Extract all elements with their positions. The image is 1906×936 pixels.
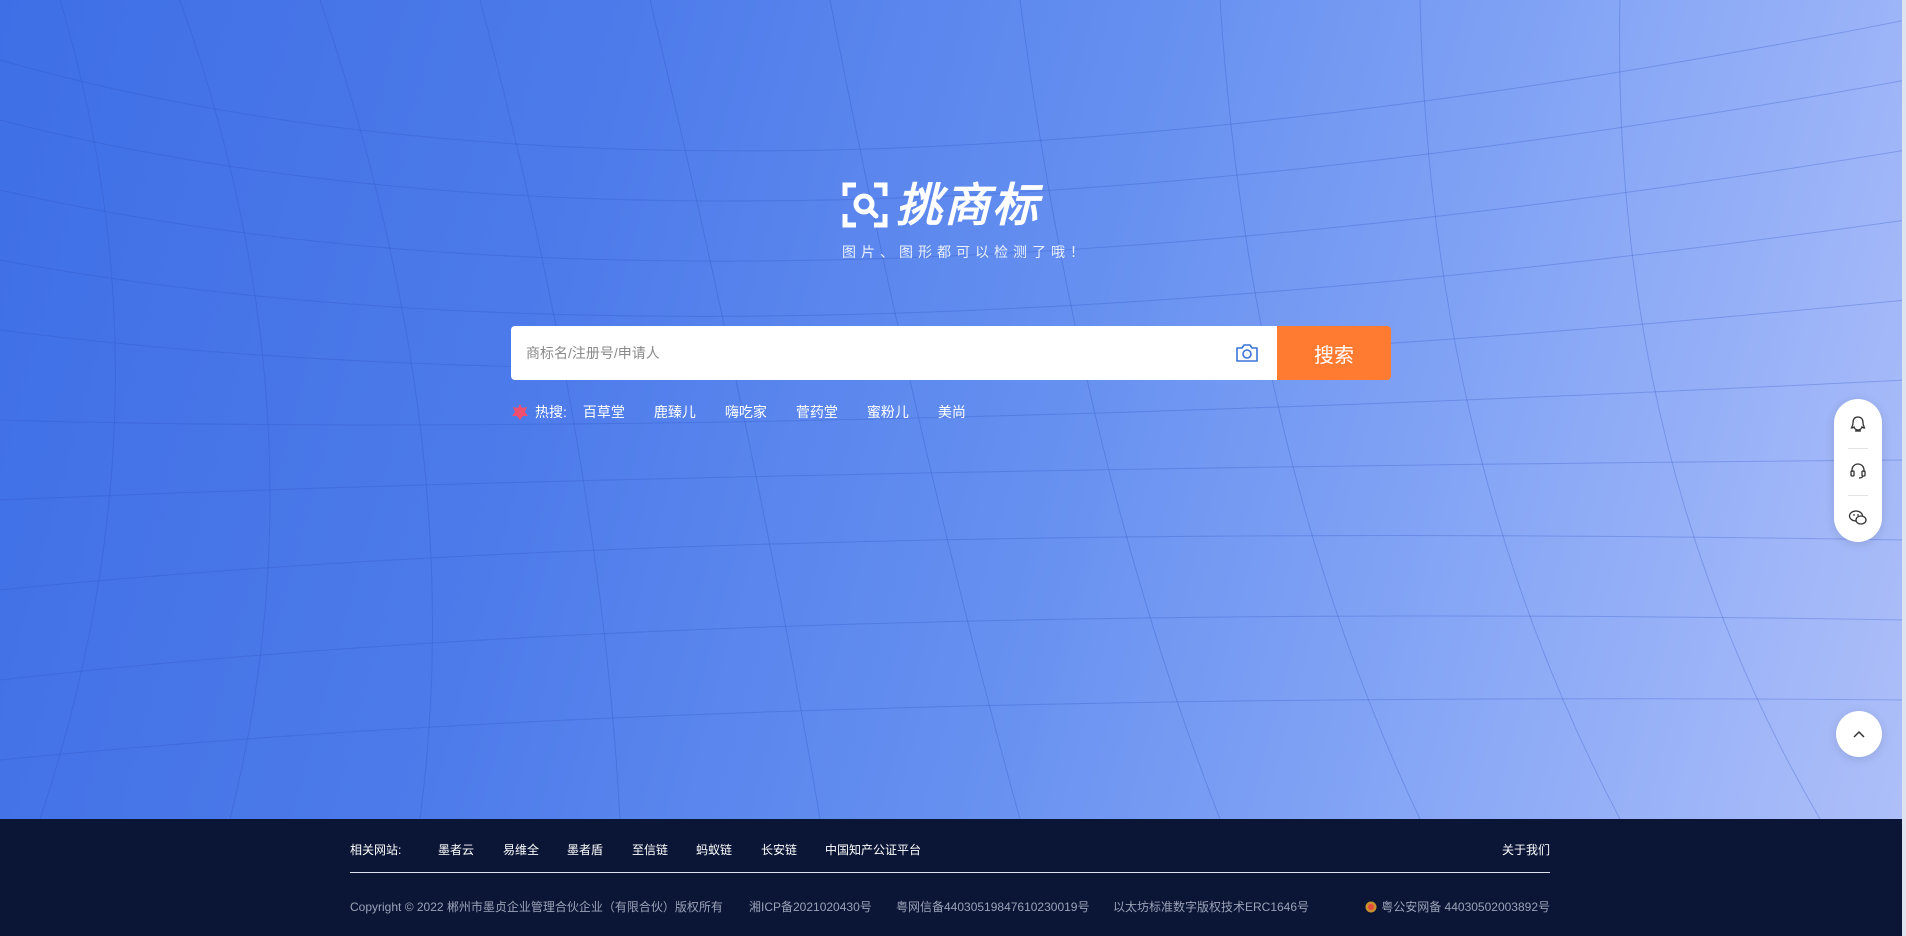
customer-service-icon [1850, 463, 1866, 479]
search-input[interactable] [511, 326, 1277, 380]
blockchain-record[interactable]: 以太坊标准数字版权技术ERC1646号 [1113, 898, 1309, 915]
icp-record[interactable]: 湘ICP备2021020430号 [749, 898, 872, 915]
flame-icon [512, 404, 528, 420]
hot-search-item[interactable]: 嗨吃家 [725, 402, 767, 422]
hot-search-item[interactable]: 蜜粉儿 [867, 402, 909, 422]
chevron-up-icon [1853, 730, 1865, 738]
qq-icon [1850, 416, 1866, 432]
hot-search-item[interactable]: 美尚 [938, 402, 966, 422]
about-us-link[interactable]: 关于我们 [1502, 841, 1550, 858]
footer-link[interactable]: 蚂蚁链 [696, 841, 732, 858]
customer-service-button[interactable] [1834, 449, 1882, 493]
copyright-text: Copyright © 2022 郴州市墨贞企业管理合伙企业（有限合伙）版权所有 [350, 900, 723, 914]
related-sites-row: 相关网站: 墨者云 易维全 墨者盾 至信链 蚂蚁链 长安链 中国知产公证平台 关… [350, 841, 1550, 861]
footer-link[interactable]: 墨者盾 [567, 841, 603, 858]
footer-link[interactable]: 易维全 [503, 841, 539, 858]
hot-search-item[interactable]: 菅药堂 [796, 402, 838, 422]
telecom-record[interactable]: 粤网信备44030519847610230019号 [896, 898, 1089, 915]
hot-search-item[interactable]: 鹿臻儿 [654, 402, 696, 422]
brand-name: 挑商标 [896, 179, 1040, 231]
side-toolbar [1834, 399, 1882, 542]
brand-logo[interactable]: 挑商标 [842, 180, 1062, 230]
hot-search-row: 热搜: 百草堂 鹿臻儿 嗨吃家 菅药堂 蜜粉儿 美尚 [511, 401, 995, 423]
search-input-wrapper [511, 326, 1277, 380]
wechat-icon [1848, 510, 1867, 525]
brand-slogan: 图片、图形都可以检测了哦！ [842, 244, 1089, 260]
police-badge-icon [1365, 901, 1377, 912]
footer-divider [350, 872, 1550, 873]
search-button[interactable]: 搜索 [1277, 326, 1391, 380]
police-record[interactable]: 粤公安网备 44030502003892号 [1365, 898, 1550, 915]
qq-button[interactable] [1834, 402, 1882, 446]
police-record-text: 粤公安网备 44030502003892号 [1381, 900, 1550, 914]
hot-search-label: 热搜: [535, 404, 567, 420]
footer-legal-row: Copyright © 2022 郴州市墨贞企业管理合伙企业（有限合伙）版权所有… [350, 898, 1550, 918]
wechat-button[interactable] [1834, 496, 1882, 540]
footer-link[interactable]: 墨者云 [438, 841, 474, 858]
related-sites-label: 相关网站: [350, 843, 402, 857]
hero-banner: 挑商标 图片、图形都可以检测了哦！ 搜索 热搜: 百草堂 鹿臻儿 嗨吃家 菅药堂… [0, 0, 1906, 819]
logo-scan-icon [842, 182, 888, 228]
scrollbar[interactable] [1902, 0, 1906, 936]
footer: 相关网站: 墨者云 易维全 墨者盾 至信链 蚂蚁链 长安链 中国知产公证平台 关… [0, 819, 1906, 936]
footer-link[interactable]: 长安链 [761, 841, 797, 858]
camera-icon[interactable] [1235, 342, 1259, 364]
footer-link[interactable]: 至信链 [632, 841, 668, 858]
footer-link[interactable]: 中国知产公证平台 [825, 841, 921, 858]
search-bar: 搜索 [511, 326, 1391, 380]
back-to-top-button[interactable] [1836, 711, 1882, 757]
hot-search-item[interactable]: 百草堂 [583, 402, 625, 422]
